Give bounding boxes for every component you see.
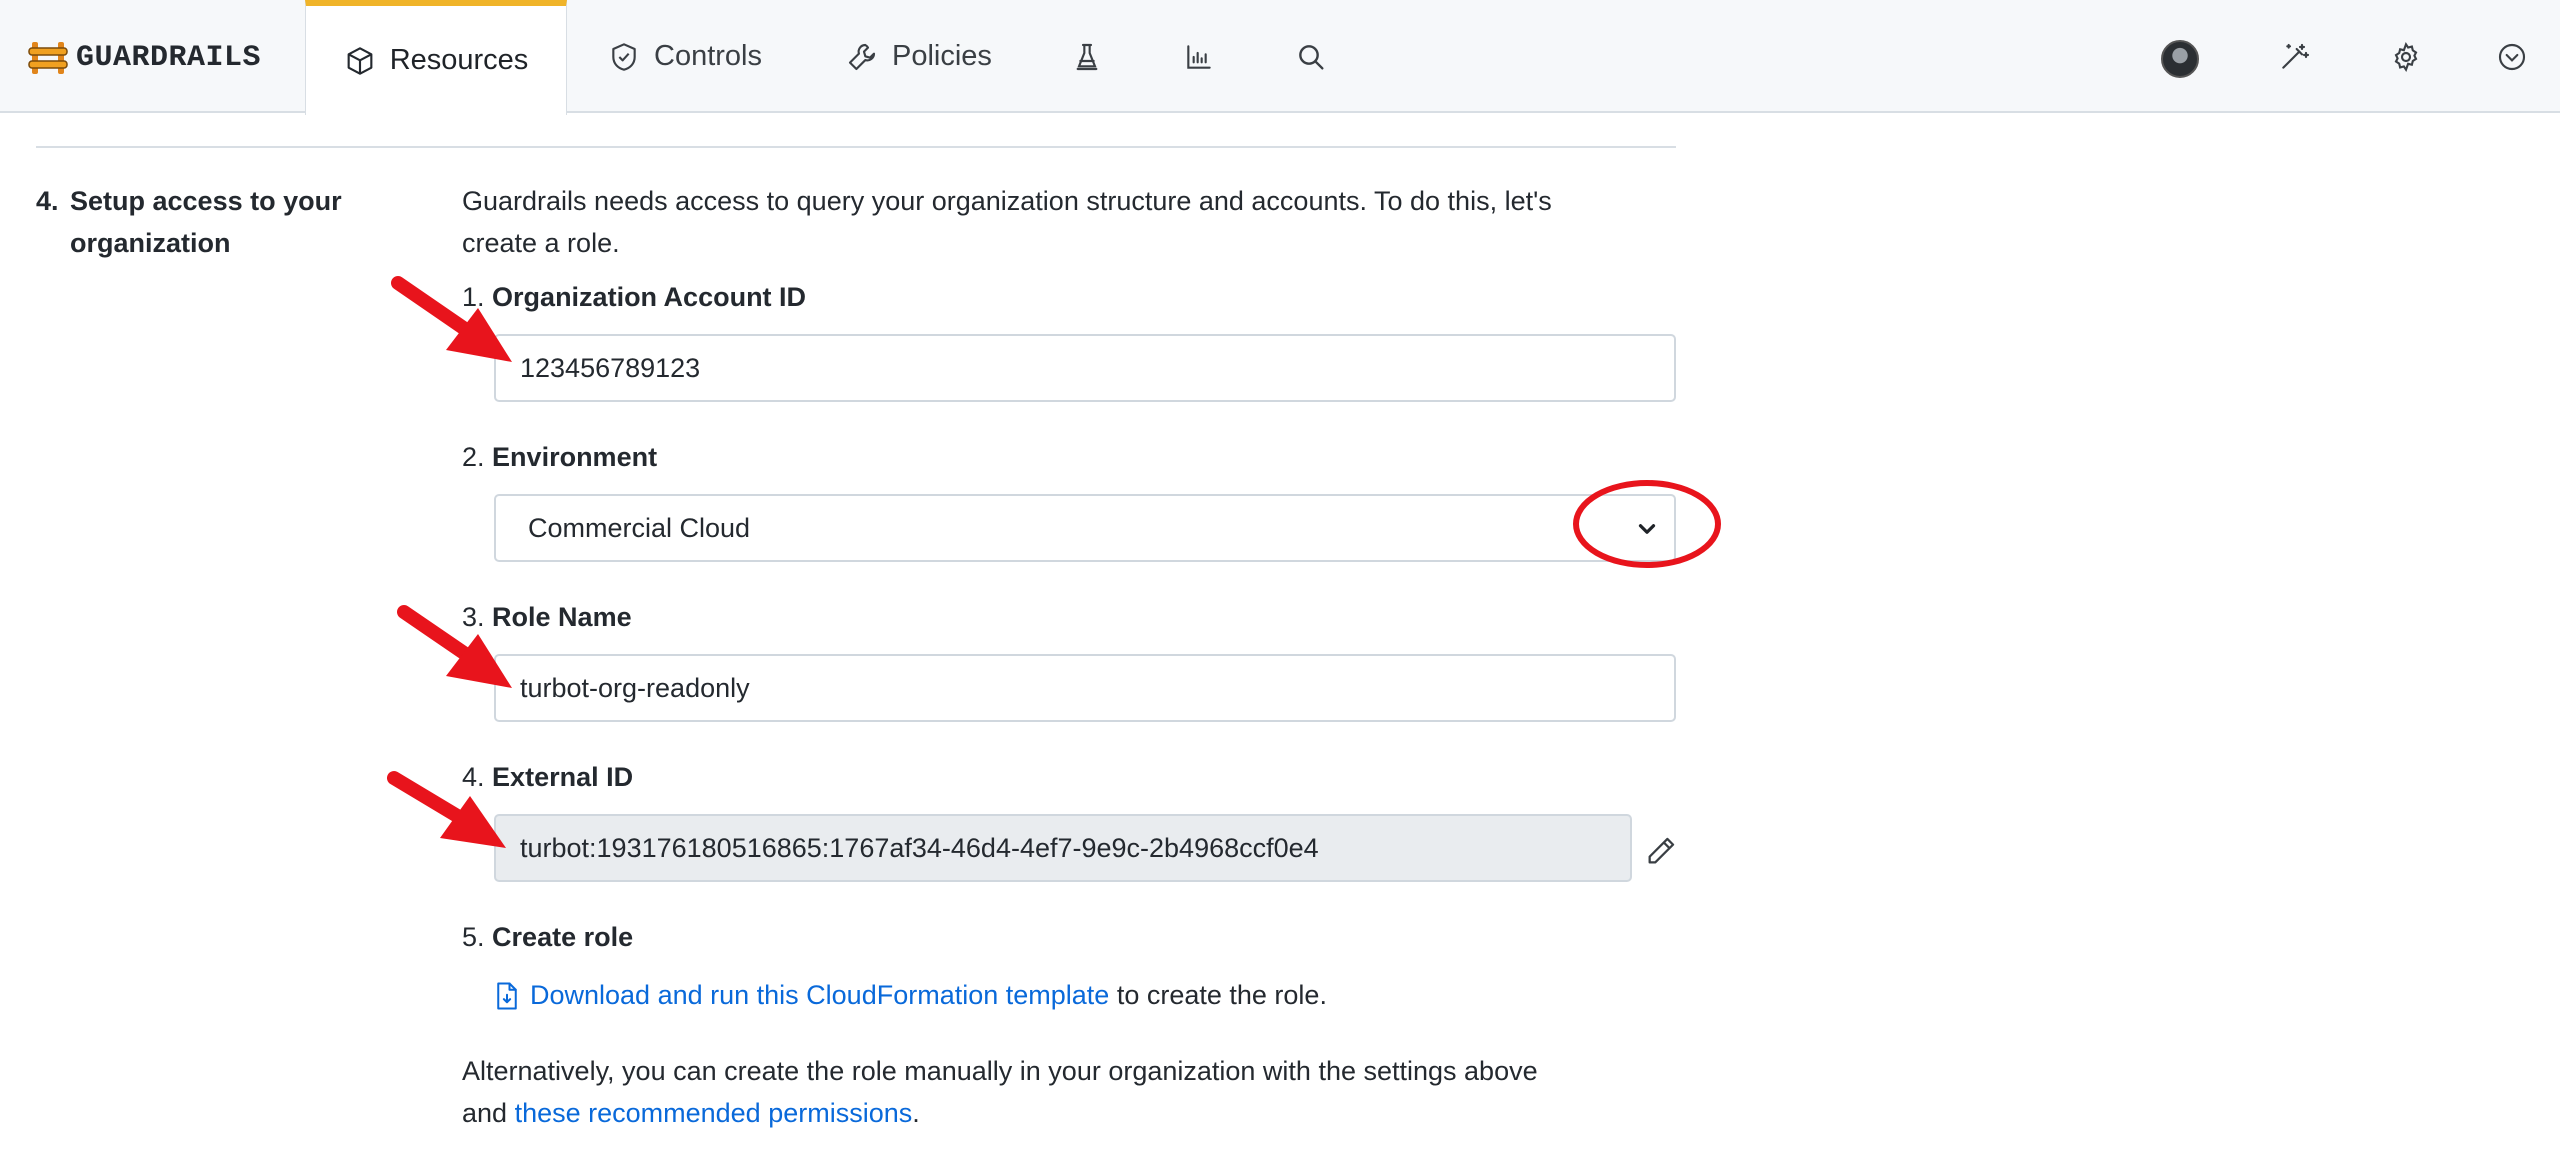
reports-button[interactable] [1068,38,1106,76]
tab-resources[interactable]: Resources [305,0,567,115]
chevron-down-icon[interactable] [1634,516,1660,542]
org-account-label: 1. Organization Account ID [462,282,806,313]
input-value: 123456789123 [520,352,701,383]
field-number: 3. [462,602,485,632]
field-number: 5. [462,922,485,952]
pencil-icon[interactable] [1644,834,1678,868]
tab-label: Resources [389,44,529,76]
activity-button[interactable] [1180,38,1218,76]
environment-label: 2. Environment [462,442,657,473]
gear-icon [2394,41,2418,73]
input-value: turbot-org-readonly [520,672,750,703]
shield-check-icon [612,42,636,71]
field-label: Environment [492,442,658,472]
alternative-text: Alternatively, you can create the role m… [462,1050,1682,1134]
step-number: 4. [36,186,59,216]
alternative-line1: Alternatively, you can create the role m… [462,1056,1538,1086]
external-id-field: turbot:193176180516865:1767af34-46d4-4ef… [494,814,1632,882]
bar-chart-icon [1187,45,1211,69]
alternative-prefix: and [462,1098,515,1128]
flask-icon [1076,43,1098,71]
create-role-label: 5. Create role [462,922,633,953]
intro-line2: create a role. [462,228,620,258]
search-icon [1299,45,1324,70]
search-button[interactable] [1292,38,1330,76]
environment-select[interactable]: Commercial Cloud [494,494,1676,562]
field-label: Organization Account ID [492,282,807,312]
step-title-line1: Setup access to your [70,186,342,216]
step-title-line2: organization [70,228,231,258]
account-menu-button[interactable] [2493,38,2531,76]
tab-policies[interactable]: Policies [846,0,992,113]
file-download-icon [497,982,517,1009]
section-divider [36,146,1676,148]
field-number: 2. [462,442,485,472]
field-number: 1. [462,282,485,312]
role-name-input[interactable]: turbot-org-readonly [494,654,1676,722]
intro-line1: Guardrails needs access to query your or… [462,186,1552,216]
wizard-button[interactable] [2275,38,2313,76]
tab-label: Controls [654,40,762,72]
field-label: External ID [492,762,634,792]
role-name-label: 3. Role Name [462,602,632,633]
org-account-id-input[interactable]: 123456789123 [494,334,1676,402]
tab-controls[interactable]: Controls [608,0,762,113]
settings-button[interactable] [2387,38,2425,76]
field-number: 4. [462,762,485,792]
step-heading: 4. Setup access to your organization [36,180,416,264]
create-role-instruction: Download and run this CloudFormation tem… [494,980,1327,1011]
create-role-suffix: to create the role. [1109,980,1327,1010]
cloudformation-template-link[interactable]: Download and run this CloudFormation tem… [530,980,1109,1010]
brand-logo[interactable]: GUARDRAILS [28,36,261,80]
alternative-suffix: . [912,1098,920,1128]
chevron-down-circle-icon [2498,43,2526,71]
external-id-label: 4. External ID [462,762,633,793]
select-value: Commercial Cloud [528,512,751,543]
guardrails-logo-icon [28,42,68,74]
recommended-permissions-link[interactable]: these recommended permissions [515,1098,913,1128]
field-label: Create role [492,922,634,952]
tab-label: Policies [892,40,992,72]
cube-icon [347,46,373,75]
input-value: turbot:193176180516865:1767af34-46d4-4ef… [520,832,1319,863]
avatar[interactable] [2161,40,2199,78]
wrench-icon [848,43,876,70]
brand-name: GUARDRAILS [76,41,262,75]
intro-text: Guardrails needs access to query your or… [462,180,1662,264]
magic-wand-icon [2282,43,2310,69]
field-label: Role Name [492,602,632,632]
top-navigation-bar: GUARDRAILS Resources Controls Policies [0,0,2560,115]
